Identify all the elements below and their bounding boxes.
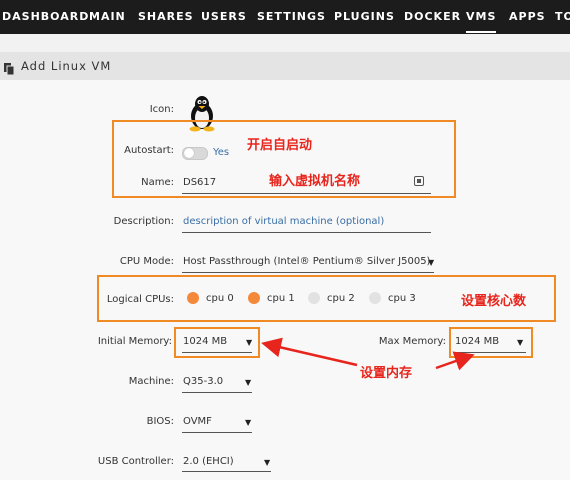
annotation-arrows [261, 337, 475, 371]
machine-label: Machine: [128, 376, 174, 387]
usb-controller-select[interactable]: 2.0 (EHCI) [183, 456, 234, 467]
usb-controller-label: USB Controller: [97, 456, 174, 467]
usb-controller-underline [182, 471, 271, 472]
chevron-down-icon: ▼ [245, 418, 252, 427]
chevron-down-icon: ▼ [264, 458, 271, 467]
annotation-memory: 设置内存 [360, 366, 413, 381]
chevron-down-icon: ▼ [245, 378, 252, 387]
bios-label: BIOS: [146, 416, 174, 427]
bios-select[interactable]: OVMF [183, 416, 212, 427]
bios-underline [182, 432, 252, 433]
machine-select[interactable]: Q35-3.0 [183, 376, 223, 387]
machine-underline [182, 392, 252, 393]
